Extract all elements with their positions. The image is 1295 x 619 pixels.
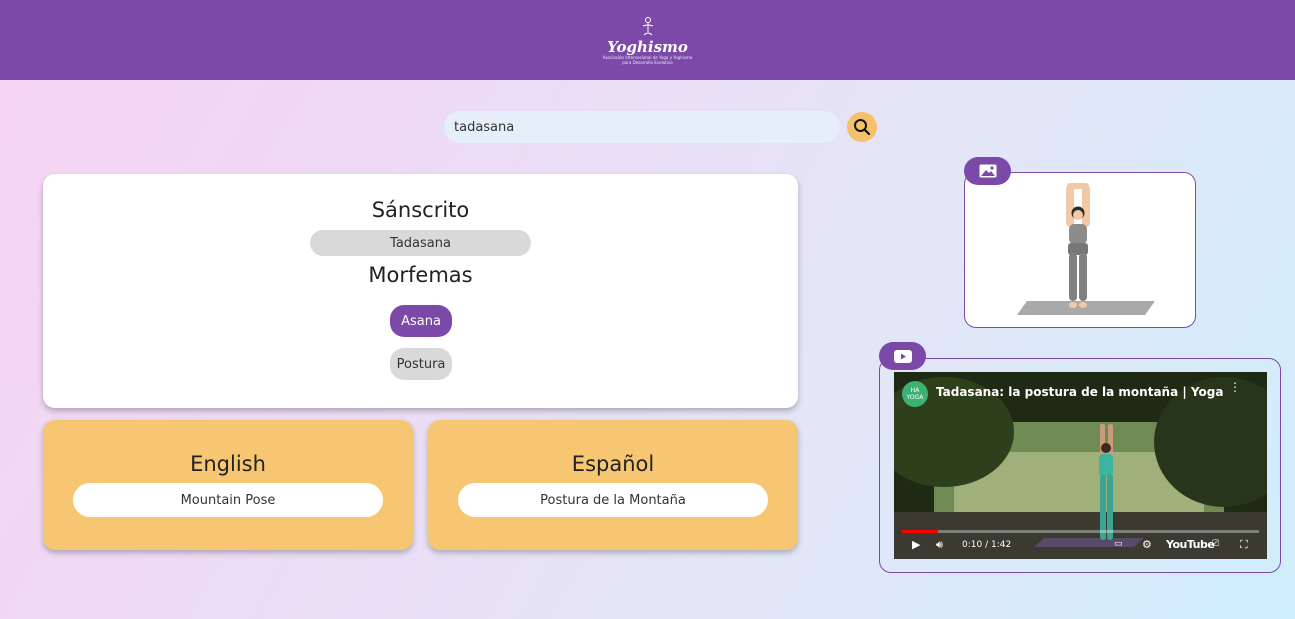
search-icon — [854, 119, 871, 136]
image-tab[interactable] — [964, 157, 1011, 185]
yoghismo-logo[interactable]: Yoghismo Asociación Internacional de Yog… — [603, 15, 693, 65]
cast-icon[interactable]: ⎚ — [1212, 539, 1219, 549]
video-time: 0:10 / 1:42 — [962, 540, 1012, 550]
captions-icon[interactable]: ▭ — [1114, 539, 1123, 549]
youtube-brand[interactable]: YouTube — [1166, 538, 1215, 551]
sanskrit-value: Tadasana — [310, 230, 531, 256]
search-button[interactable] — [847, 112, 877, 142]
settings-icon[interactable]: ⚙ — [1142, 538, 1152, 551]
english-value: Mountain Pose — [73, 483, 383, 517]
logo-tagline: Asociación Internacional de Yoga y Yoghi… — [602, 55, 693, 65]
video-title[interactable]: Tadasana: la postura de la montaña | Yog… — [936, 385, 1223, 399]
spanish-card: Español Postura de la Montaña — [428, 420, 798, 550]
pose-illustration — [1017, 183, 1155, 315]
video-progress-bar[interactable] — [902, 530, 1259, 533]
play-icon[interactable]: ▶ — [912, 538, 920, 551]
morphemes-title: Morfemas — [368, 263, 473, 287]
spanish-value: Postura de la Montaña — [458, 483, 768, 517]
channel-logo[interactable]: HA YOGA — [902, 381, 928, 407]
english-title: English — [190, 452, 266, 476]
pose-image-frame — [964, 172, 1196, 328]
search-input[interactable] — [444, 111, 840, 143]
yogi-figure-icon — [642, 17, 653, 36]
english-card: English Mountain Pose — [43, 420, 413, 550]
volume-icon[interactable]: 🔊︎ — [936, 538, 943, 552]
more-options-icon[interactable]: ⋮ — [1229, 380, 1241, 394]
spanish-title: Español — [571, 452, 655, 476]
youtube-icon — [893, 349, 912, 363]
video-player[interactable]: HA YOGA Tadasana: la postura de la monta… — [894, 372, 1267, 559]
image-icon — [979, 164, 996, 178]
sanskrit-title: Sánscrito — [371, 198, 470, 222]
video-progress-fill — [902, 530, 938, 533]
morpheme-chip-asana[interactable]: Asana — [390, 305, 452, 337]
header: Yoghismo Asociación Internacional de Yog… — [0, 0, 1295, 80]
fullscreen-icon[interactable]: ⛶ — [1240, 538, 1248, 552]
logo-word: Yoghismo — [607, 38, 688, 56]
video-tab[interactable] — [879, 342, 926, 370]
morpheme-chip-postura[interactable]: Postura — [390, 348, 452, 380]
sanskrit-card: Sánscrito Tadasana Morfemas Asana Postur… — [43, 174, 798, 408]
